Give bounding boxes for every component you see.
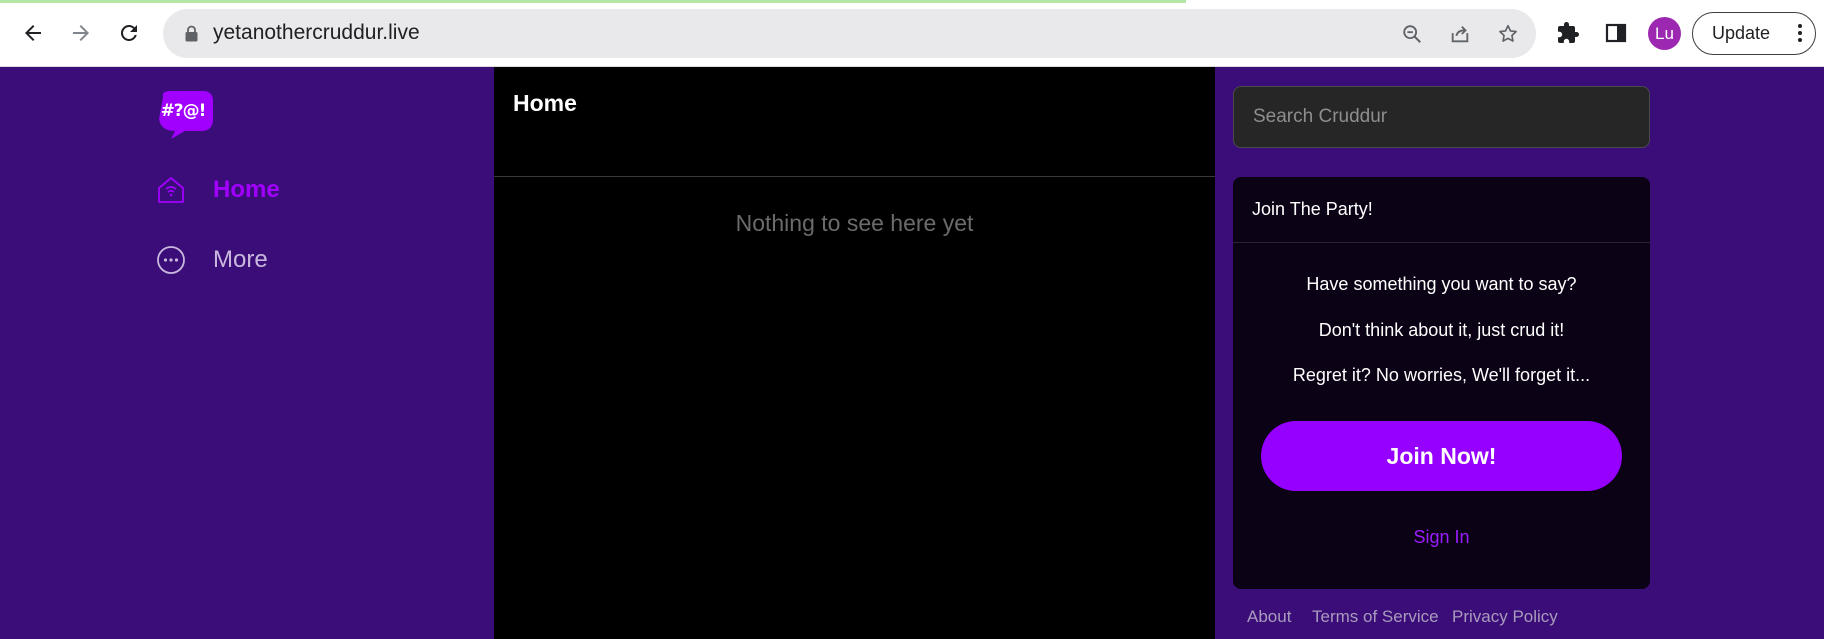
page-load-progress (0, 0, 1824, 3)
back-button[interactable] (13, 13, 53, 53)
puzzle-icon (1558, 22, 1579, 43)
page-title: Home (513, 90, 577, 116)
footer-link-terms[interactable]: Terms of Service (1312, 607, 1439, 627)
join-line-3: Regret it? No worries, We'll forget it..… (1292, 365, 1591, 385)
join-line-1: Have something you want to say? (1306, 274, 1577, 294)
address-bar[interactable]: yetanothercruddur.live (163, 9, 1536, 58)
sign-in-link[interactable]: Sign In (1233, 527, 1650, 548)
side-panel-icon (1605, 23, 1627, 43)
star-icon (1499, 24, 1517, 42)
zoom-out-icon (1403, 25, 1421, 43)
lock-icon (185, 25, 198, 42)
share-icon (1451, 26, 1469, 43)
footer-link-privacy[interactable]: Privacy Policy (1452, 607, 1558, 627)
zoom-out-button[interactable] (1398, 20, 1426, 48)
more-icon (157, 246, 185, 274)
forward-button[interactable] (61, 13, 101, 53)
join-party-card: Join The Party! Have something you want … (1233, 177, 1650, 589)
cruddur-page: #?@! Home More Home Nothing to see here … (0, 67, 1824, 639)
sidebar-item-label: Home (213, 176, 280, 203)
profile-avatar[interactable]: Lu (1648, 17, 1681, 50)
reload-icon (120, 24, 137, 41)
update-label: Update (1712, 23, 1771, 43)
side-panel-button[interactable] (1601, 18, 1631, 48)
join-line-2: Don't think about it, just crud it! (1318, 320, 1565, 340)
arrow-left-icon (25, 25, 41, 41)
page-load-progress-fill (0, 0, 1186, 3)
footer-link-about[interactable]: About (1247, 607, 1291, 627)
join-card-title: Join The Party! (1233, 177, 1650, 243)
sidebar-item-more[interactable]: More (156, 238, 268, 282)
sidebar-item-home[interactable]: Home (156, 168, 280, 212)
browser-toolbar: yetanothercruddur.live Lu Update (0, 0, 1824, 67)
home-icon (158, 177, 184, 203)
extensions-button[interactable] (1553, 18, 1583, 48)
main-feed: Home Nothing to see here yet (494, 67, 1215, 639)
cruddur-logo[interactable]: #?@! (157, 89, 215, 139)
share-button[interactable] (1446, 20, 1474, 48)
update-button[interactable]: Update (1692, 12, 1816, 55)
search-input[interactable] (1233, 86, 1650, 148)
feed-header: Home (494, 67, 1215, 177)
kebab-menu-icon[interactable] (1798, 23, 1802, 43)
bookmark-button[interactable] (1494, 20, 1522, 48)
logo-text: #?@! (160, 101, 207, 121)
reload-button[interactable] (109, 13, 149, 53)
arrow-right-icon (73, 25, 89, 41)
sidebar-item-label: More (213, 246, 268, 273)
empty-feed-message: Nothing to see here yet (735, 210, 974, 236)
join-now-button[interactable]: Join Now! (1261, 421, 1622, 491)
url-text: yetanothercruddur.live (213, 21, 420, 44)
